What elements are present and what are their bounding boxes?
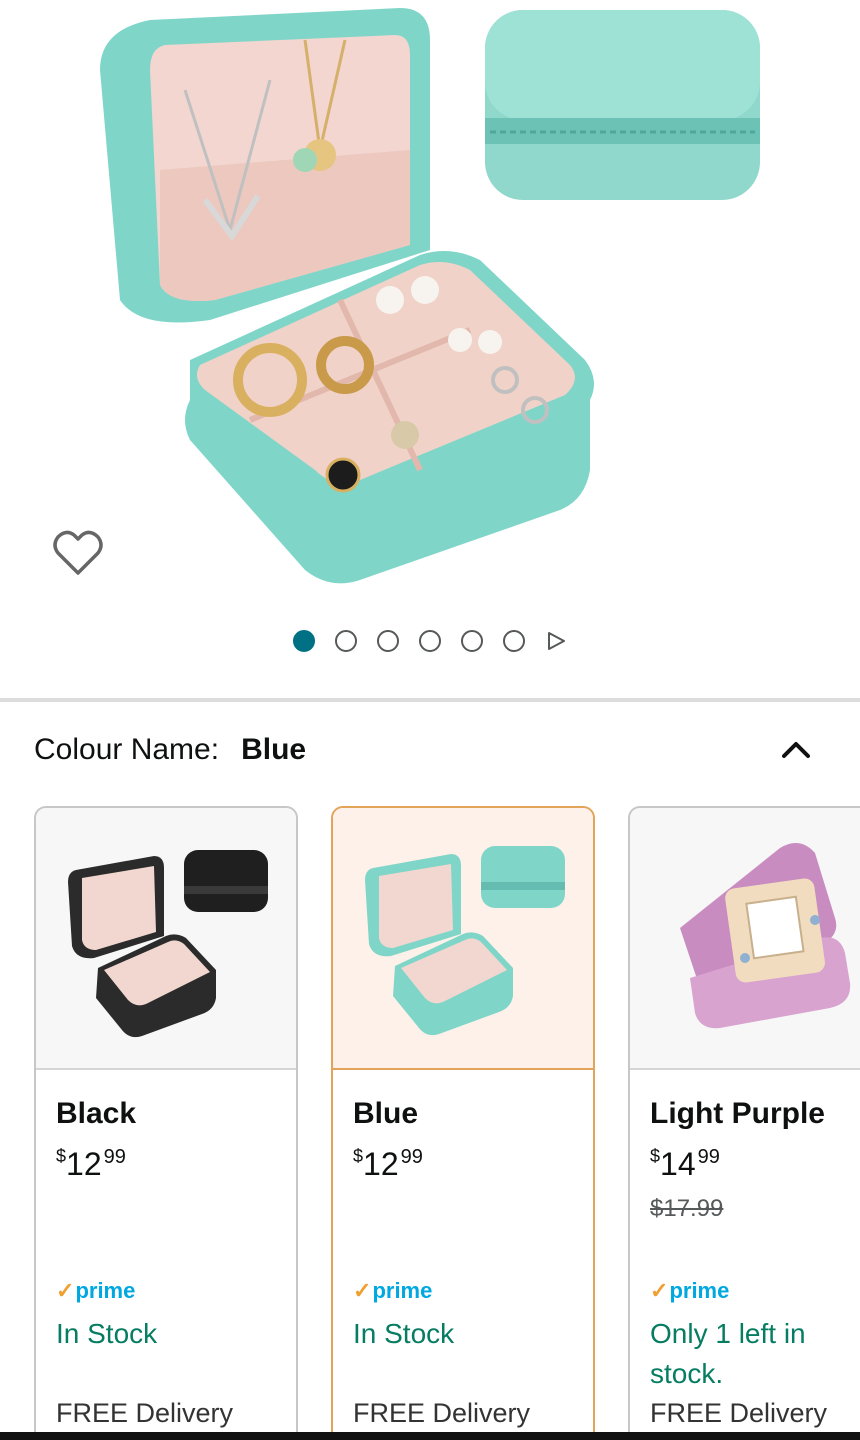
price-cents: 99	[400, 1146, 423, 1168]
price-dollars: 14	[660, 1146, 696, 1182]
colour-selector-header: Colour Name: Blue	[34, 726, 824, 774]
swatch-thumbnail	[333, 808, 593, 1070]
product-hero-image	[100, 8, 760, 584]
swatch-thumbnail	[36, 808, 296, 1070]
stock-status: In Stock	[56, 1318, 158, 1349]
colour-swatch-list: Black $ 12 99 ✓prime In Stock FREE Deliv…	[0, 806, 860, 1440]
selected-colour-value: Blue	[241, 733, 307, 766]
gallery-dot-1[interactable]	[293, 630, 315, 652]
blue-box-thumbnail-image	[365, 846, 565, 1036]
price-dollars: 12	[363, 1146, 399, 1182]
gallery-dot-3[interactable]	[377, 630, 399, 652]
currency-symbol: $	[56, 1146, 67, 1166]
delivery-info: FREE Delivery	[650, 1398, 828, 1428]
price-cents: 99	[103, 1146, 126, 1168]
was-price: $17.99	[650, 1195, 724, 1222]
prime-badge: ✓prime	[650, 1278, 729, 1304]
swatch-card-black[interactable]: Black $ 12 99 ✓prime In Stock FREE Deliv…	[34, 806, 298, 1440]
chevron-up-icon[interactable]	[776, 730, 816, 770]
swatch-name: Light Purple	[650, 1097, 825, 1130]
prime-check-icon: ✓	[56, 1278, 75, 1303]
gallery-dot-5[interactable]	[461, 630, 483, 652]
swatch-thumbnail	[630, 808, 860, 1070]
swatch-price: $ 14 99	[650, 1146, 860, 1182]
black-box-thumbnail-image	[68, 850, 268, 1038]
price-dollars: 12	[66, 1146, 102, 1182]
prime-check-icon: ✓	[650, 1278, 669, 1303]
delivery-info: FREE Delivery	[56, 1398, 234, 1428]
gallery-dot-6[interactable]	[503, 630, 525, 652]
colour-label: Colour Name:	[34, 733, 220, 766]
currency-symbol: $	[353, 1146, 364, 1166]
section-divider	[0, 698, 860, 702]
stock-status: In Stock	[353, 1318, 455, 1349]
stock-status: Only 1 left in stock.	[650, 1318, 806, 1389]
gallery-dot-2[interactable]	[335, 630, 357, 652]
prime-badge: ✓prime	[353, 1278, 432, 1304]
gallery-dot-4[interactable]	[419, 630, 441, 652]
heart-outline-icon[interactable]	[50, 525, 106, 581]
currency-symbol: $	[650, 1146, 661, 1166]
prime-badge: ✓prime	[56, 1278, 135, 1304]
play-triangle-icon[interactable]	[545, 630, 567, 652]
swatch-card-blue[interactable]: Blue $ 12 99 ✓prime In Stock FREE Delive…	[331, 806, 595, 1440]
prime-label: prime	[75, 1278, 136, 1303]
price-cents: 99	[697, 1146, 720, 1168]
delivery-info: FREE Delivery	[353, 1398, 531, 1428]
gallery-pagination	[0, 628, 860, 654]
light-purple-box-thumbnail-image	[680, 843, 851, 1029]
swatch-name: Black	[56, 1097, 137, 1130]
prime-check-icon: ✓	[353, 1278, 372, 1303]
swatch-card-light-purple[interactable]: Light Purple $ 14 99 $17.99 ✓prime Only …	[628, 806, 860, 1440]
product-image-gallery[interactable]	[0, 0, 860, 700]
closed-box-illustration	[485, 10, 760, 200]
bottom-system-bar	[0, 1432, 860, 1440]
prime-label: prime	[372, 1278, 433, 1303]
swatch-name: Blue	[353, 1097, 419, 1130]
swatch-price: $ 12 99	[56, 1146, 276, 1182]
swatch-price: $ 12 99	[353, 1146, 573, 1182]
prime-label: prime	[669, 1278, 730, 1303]
